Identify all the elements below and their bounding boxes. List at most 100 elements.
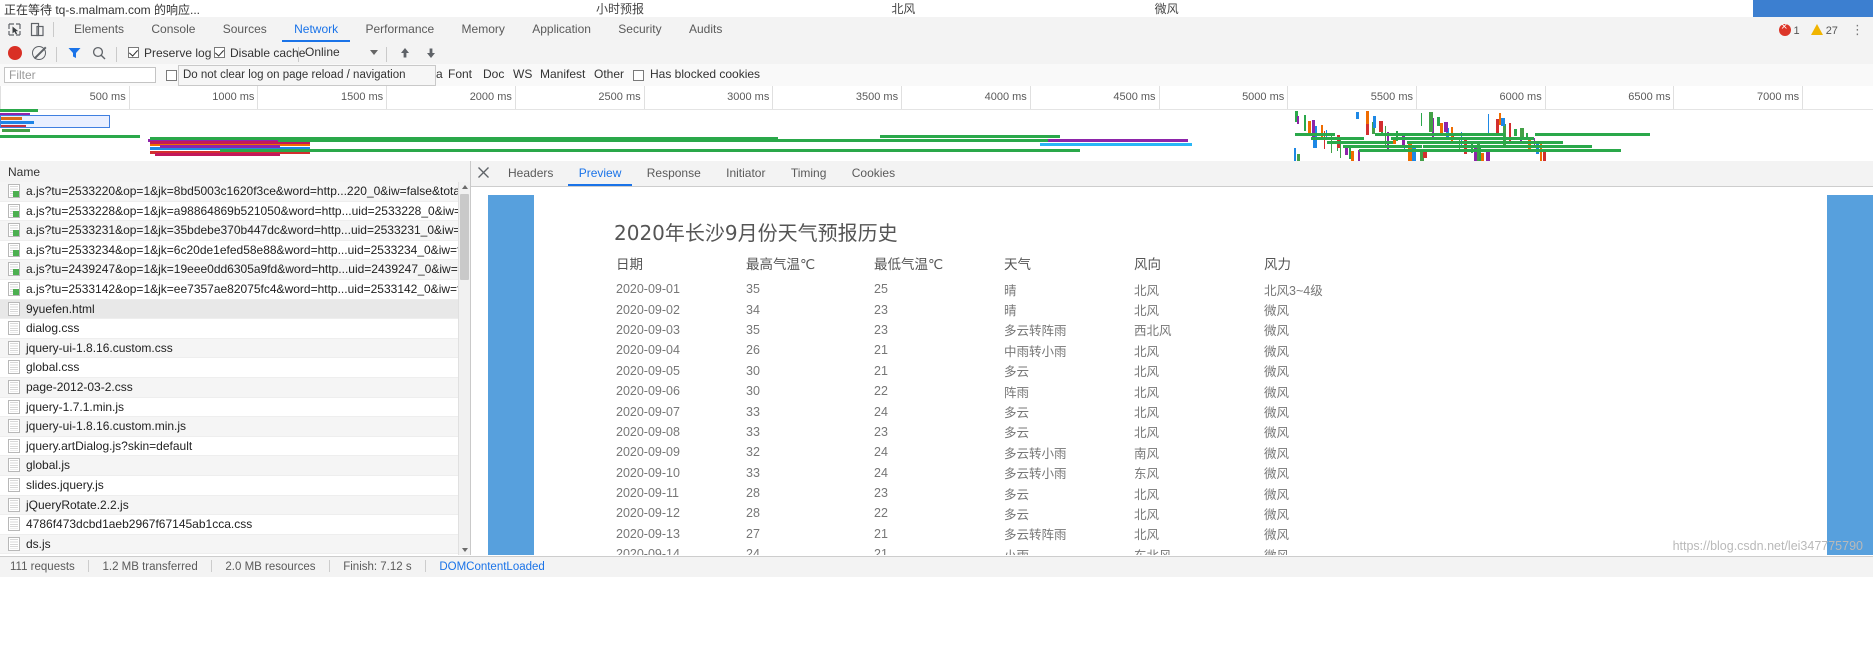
- close-icon[interactable]: [477, 166, 490, 179]
- request-row[interactable]: jquery-1.7.1.min.js: [0, 398, 470, 418]
- overview-bar: [1373, 116, 1376, 128]
- request-name[interactable]: dialog.css: [26, 319, 79, 339]
- request-row[interactable]: a.js?tu=2533234&op=1&jk=6c20de1efed58e88…: [0, 241, 470, 261]
- request-row[interactable]: dialog.css: [0, 319, 470, 339]
- tab-sources[interactable]: Sources: [211, 17, 279, 42]
- error-icon[interactable]: [1779, 24, 1791, 36]
- weather-cell-wind-direction: 北风: [1134, 483, 1264, 503]
- request-name[interactable]: global.js: [26, 554, 70, 555]
- tab-memory[interactable]: Memory: [450, 17, 517, 42]
- request-name[interactable]: global.js: [26, 456, 70, 476]
- request-name[interactable]: a.js?tu=2533231&op=1&jk=35bdebe370b447dc…: [26, 221, 470, 241]
- hide-data-urls-checkbox[interactable]: [166, 70, 177, 81]
- overview-bar: [160, 145, 280, 148]
- request-name[interactable]: 9yuefen.html: [26, 300, 95, 320]
- request-row[interactable]: a.js?tu=2533228&op=1&jk=a98864869b521050…: [0, 202, 470, 222]
- request-name[interactable]: ds.js: [26, 535, 51, 555]
- preserve-log-checkbox[interactable]: [128, 47, 139, 58]
- request-row[interactable]: a.js?tu=2439247&op=1&jk=19eee0dd6305a9fd…: [0, 260, 470, 280]
- weather-table-row: 2020-09-06 30 22 阵雨 北风 微风: [616, 381, 1404, 401]
- weather-cell-low: 21: [874, 524, 1004, 544]
- request-name[interactable]: jquery.artDialog.js?skin=default: [26, 437, 192, 457]
- weather-cell-low: 24: [874, 442, 1004, 462]
- has-blocked-cookies-checkbox[interactable]: [633, 70, 644, 81]
- request-row[interactable]: a.js?tu=2533142&op=1&jk=ee7357ae82075fc4…: [0, 280, 470, 300]
- request-row[interactable]: global.css: [0, 358, 470, 378]
- request-row[interactable]: jQueryRotate.2.2.js: [0, 496, 470, 516]
- tab-network[interactable]: Network: [282, 17, 350, 42]
- warning-icon[interactable]: [1811, 24, 1823, 35]
- detail-tab-timing[interactable]: Timing: [780, 161, 838, 186]
- tab-console[interactable]: Console: [139, 17, 207, 42]
- request-row[interactable]: slides.jquery.js: [0, 476, 470, 496]
- request-name[interactable]: global.css: [26, 358, 79, 378]
- detail-tab-preview[interactable]: Preview: [568, 161, 633, 186]
- search-icon[interactable]: [92, 46, 106, 60]
- preview-panel: 2020年长沙9月份天气预报历史 日期 最高气温℃ 最低气温℃ 天气 风向 风力: [471, 187, 1873, 555]
- toggle-device-toolbar-icon[interactable]: [29, 21, 46, 38]
- preserve-log-label[interactable]: Preserve log: [144, 46, 211, 60]
- inspect-element-icon[interactable]: [6, 21, 23, 38]
- request-name[interactable]: a.js?tu=2533142&op=1&jk=ee7357ae82075fc4…: [26, 280, 470, 300]
- disable-cache-checkbox[interactable]: [214, 47, 225, 58]
- request-name[interactable]: jquery-ui-1.8.16.custom.css: [26, 339, 173, 359]
- request-name[interactable]: a.js?tu=2533234&op=1&jk=6c20de1efed58e88…: [26, 241, 470, 261]
- record-button[interactable]: [8, 46, 22, 60]
- request-row[interactable]: global.js: [0, 554, 470, 555]
- scroll-up-icon[interactable]: [459, 182, 470, 193]
- request-name[interactable]: 4786f473dcbd1aeb2967f67145ab1cca.css: [26, 515, 252, 535]
- devtools-more-menu-icon[interactable]: ⋮: [1851, 17, 1865, 42]
- clear-button[interactable]: [32, 46, 46, 60]
- export-har-icon[interactable]: [424, 46, 438, 60]
- detail-tab-headers[interactable]: Headers: [497, 161, 564, 186]
- request-name[interactable]: page-2012-03-2.css: [26, 378, 133, 398]
- request-row[interactable]: 4786f473dcbd1aeb2967f67145ab1cca.css: [0, 515, 470, 535]
- filter-chip-other[interactable]: Other: [594, 67, 624, 81]
- request-name[interactable]: jquery-ui-1.8.16.custom.min.js: [26, 417, 186, 437]
- request-name[interactable]: a.js?tu=2439247&op=1&jk=19eee0dd6305a9fd…: [26, 260, 470, 280]
- filter-input[interactable]: Filter: [4, 67, 156, 83]
- overview-selection-window[interactable]: [0, 115, 110, 128]
- filter-chip-ws[interactable]: WS: [513, 67, 532, 81]
- filter-chip-manifest[interactable]: Manifest: [540, 67, 585, 81]
- request-name[interactable]: jQueryRotate.2.2.js: [26, 496, 129, 516]
- request-row[interactable]: a.js?tu=2533231&op=1&jk=35bdebe370b447dc…: [0, 221, 470, 241]
- request-row[interactable]: jquery-ui-1.8.16.custom.min.js: [0, 417, 470, 437]
- filter-chip-doc[interactable]: Doc: [483, 67, 504, 81]
- chevron-down-icon[interactable]: [370, 50, 378, 55]
- request-row[interactable]: global.js: [0, 456, 470, 476]
- request-row[interactable]: page-2012-03-2.css: [0, 378, 470, 398]
- filter-chip-font[interactable]: Font: [448, 67, 472, 81]
- request-name[interactable]: a.js?tu=2533220&op=1&jk=8bd5003c1620f3ce…: [26, 182, 470, 202]
- tab-audits[interactable]: Audits: [677, 17, 734, 42]
- request-name[interactable]: a.js?tu=2533228&op=1&jk=a98864869b521050…: [26, 202, 470, 222]
- request-name[interactable]: jquery-1.7.1.min.js: [26, 398, 124, 418]
- filter-icon[interactable]: [68, 47, 81, 59]
- request-row[interactable]: ds.js: [0, 535, 470, 555]
- warning-count[interactable]: 27: [1826, 25, 1838, 37]
- request-row[interactable]: jquery-ui-1.8.16.custom.css: [0, 339, 470, 359]
- column-header-name[interactable]: Name: [8, 165, 40, 179]
- request-row[interactable]: 9yuefen.html: [0, 300, 470, 320]
- scroll-down-icon[interactable]: [459, 544, 470, 555]
- weather-cell-date: 2020-09-01: [616, 279, 746, 299]
- detail-tab-response[interactable]: Response: [636, 161, 712, 186]
- request-list-scrollbar[interactable]: [458, 182, 470, 555]
- tab-elements[interactable]: Elements: [62, 17, 136, 42]
- has-blocked-cookies-label[interactable]: Has blocked cookies: [650, 67, 760, 81]
- tab-security[interactable]: Security: [606, 17, 673, 42]
- network-overview[interactable]: 500 ms 1000 ms 1500 ms 2000 ms 2500 ms 3000 m…: [0, 86, 1873, 162]
- disable-cache-label[interactable]: Disable cache: [230, 46, 305, 60]
- detail-tab-initiator[interactable]: Initiator: [715, 161, 776, 186]
- import-har-icon[interactable]: [398, 46, 412, 60]
- request-row[interactable]: jquery.artDialog.js?skin=default: [0, 437, 470, 457]
- summary-divider-1: [88, 560, 89, 572]
- tab-application[interactable]: Application: [520, 17, 603, 42]
- error-count[interactable]: 1: [1794, 25, 1800, 37]
- request-name[interactable]: slides.jquery.js: [26, 476, 104, 496]
- detail-tab-cookies[interactable]: Cookies: [841, 161, 906, 186]
- tab-performance[interactable]: Performance: [353, 17, 446, 42]
- scrollbar-thumb[interactable]: [460, 194, 469, 280]
- throttling-select[interactable]: Online: [305, 45, 340, 59]
- request-row[interactable]: a.js?tu=2533220&op=1&jk=8bd5003c1620f3ce…: [0, 182, 470, 202]
